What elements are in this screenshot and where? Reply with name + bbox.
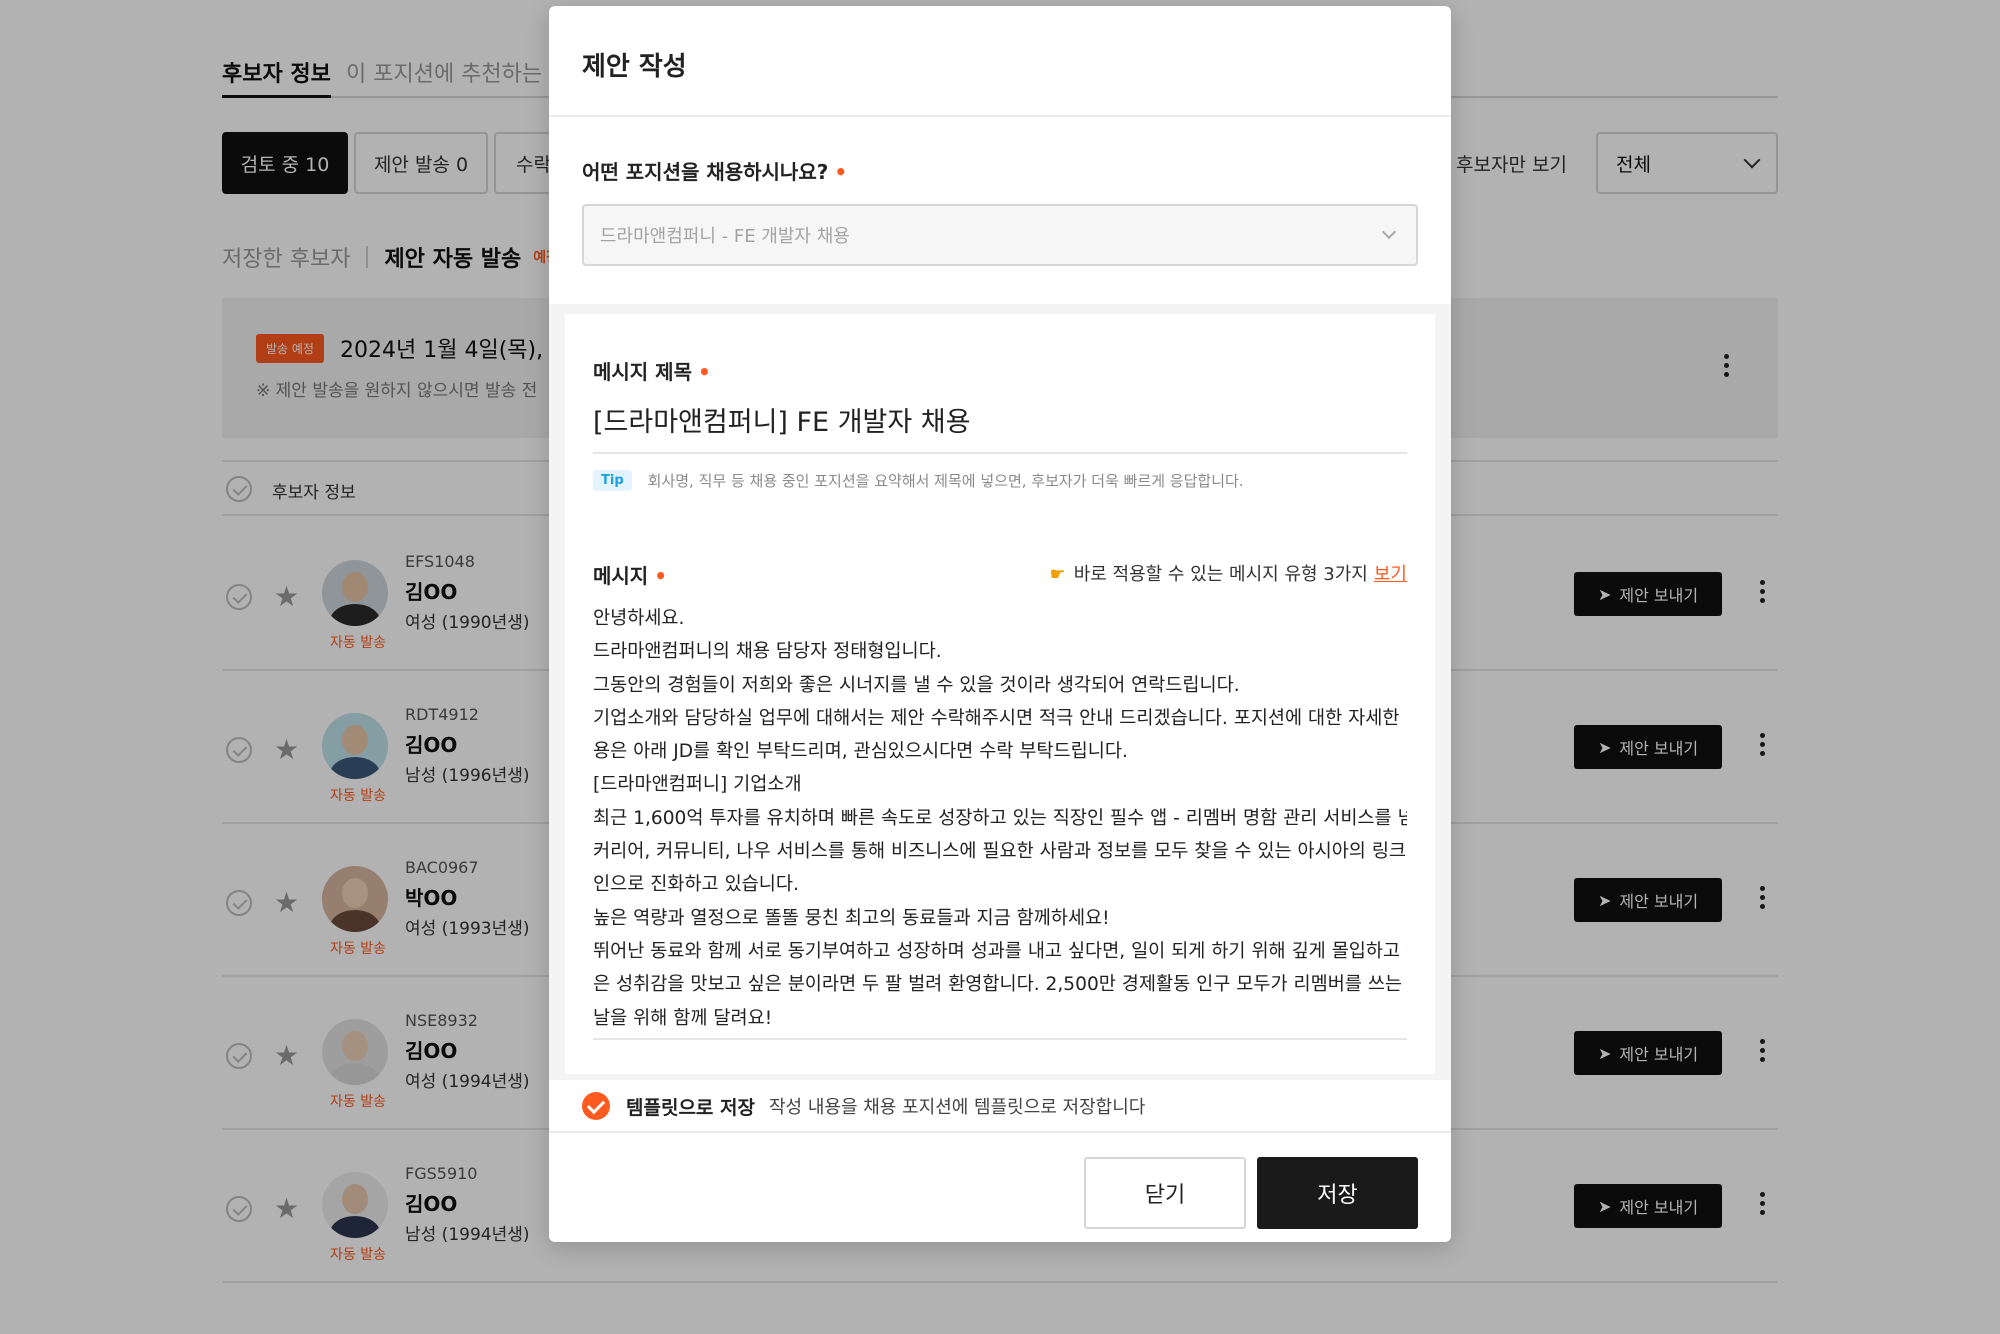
position-question-text: 어떤 포지션을 채용하시나요? (582, 160, 829, 184)
subject-label-text: 메시지 제목 (593, 360, 692, 384)
message-line: 커리어, 커뮤니티, 나우 서비스를 통해 비즈니스에 필요한 사람과 정보를 … (593, 841, 1407, 863)
required-mark: • (654, 564, 667, 588)
modal-header: 제안 작성 (549, 6, 1451, 117)
view-templates-link[interactable]: 보기 (1374, 564, 1407, 585)
offer-compose-modal: 제안 작성 어떤 포지션을 채용하시나요? • 드라마앤컴퍼니 - FE 개발자 … (549, 6, 1451, 1242)
subject-input[interactable]: [드라마앤컴퍼니] FE 개발자 채용 (593, 400, 1407, 454)
save-template-desc: 작성 내용을 채용 포지션에 템플릿으로 저장합니다 (768, 1097, 1146, 1118)
modal-title: 제안 작성 (582, 52, 687, 82)
message-line: 드라마앤컴퍼니의 채용 담당자 정태형입니다. (593, 641, 942, 663)
message-line: 은 성취감을 맛보고 싶은 분이라면 두 팔 벌려 환영합니다. 2,500만 … (593, 974, 1407, 996)
message-line: 높은 역량과 열정으로 똘똘 뭉친 최고의 동료들과 지금 함께하세요! (593, 907, 1110, 929)
checked-circle-icon[interactable] (582, 1092, 610, 1120)
message-label-text: 메시지 (593, 564, 649, 588)
message-hint-text: 바로 적용할 수 있는 메시지 유형 3가지 (1073, 564, 1368, 585)
position-question: 어떤 포지션을 채용하시나요? • (582, 156, 847, 185)
required-mark: • (697, 360, 711, 384)
message-line: [드라마앤컴퍼니] 기업소개 (593, 774, 802, 796)
save-button[interactable]: 저장 (1257, 1157, 1418, 1229)
message-textarea[interactable]: 안녕하세요. 드라마앤컴퍼니의 채용 담당자 정태형입니다. 그동안의 경험들이… (593, 602, 1407, 1040)
tip-text: 회사명, 직무 등 채용 중인 포지션을 요약해서 제목에 넣으면, 후보자가 … (647, 472, 1244, 490)
position-select-value: 드라마앤컴퍼니 - FE 개발자 채용 (600, 226, 850, 247)
message-editor: 메시지 제목 • [드라마앤컴퍼니] FE 개발자 채용 Tip 회사명, 직무 … (565, 314, 1435, 1074)
close-button[interactable]: 닫기 (1084, 1157, 1246, 1229)
message-line: 최근 1,600억 투자를 유치하며 빠른 속도로 성장하고 있는 직장인 필수… (593, 807, 1407, 829)
message-line: 인으로 진화하고 있습니다. (593, 874, 799, 896)
message-templates-hint: ☛ 바로 적용할 수 있는 메시지 유형 3가지 보기 (1050, 560, 1407, 586)
message-line: 뛰어난 동료와 함께 서로 동기부여하고 성장하며 성과를 내고 싶다면, 일이… (593, 940, 1407, 962)
message-label: 메시지 • (593, 560, 667, 589)
position-select[interactable]: 드라마앤컴퍼니 - FE 개발자 채용 (582, 204, 1418, 266)
tip-row: Tip 회사명, 직무 등 채용 중인 포지션을 요약해서 제목에 넣으면, 후… (593, 470, 1244, 491)
message-line: 용은 아래 JD를 확인 부탁드리며, 관심있으시다면 수락 부탁드립니다. (593, 741, 1128, 763)
tip-badge: Tip (593, 470, 632, 491)
message-line: 안녕하세요. (593, 608, 685, 629)
subject-label: 메시지 제목 • (593, 356, 711, 385)
message-line: 기업소개와 담당하실 업무에 대해서는 제안 수락해주시면 적극 안내 드리겠습… (593, 707, 1407, 729)
modal-footer: 닫기 저장 (549, 1131, 1451, 1242)
pointing-hand-icon: ☛ (1049, 564, 1066, 585)
save-template-label: 템플릿으로 저장 (626, 1096, 755, 1119)
message-line: 날을 위해 함께 달려요! (593, 1007, 773, 1029)
required-mark: • (834, 160, 848, 184)
chevron-down-icon (1381, 224, 1397, 240)
message-line: 그동안의 경험들이 저희와 좋은 시너지를 낼 수 있을 것이라 생각되어 연락… (593, 674, 1240, 696)
save-template-row[interactable]: 템플릿으로 저장 작성 내용을 채용 포지션에 템플릿으로 저장합니다 (582, 1086, 1145, 1126)
